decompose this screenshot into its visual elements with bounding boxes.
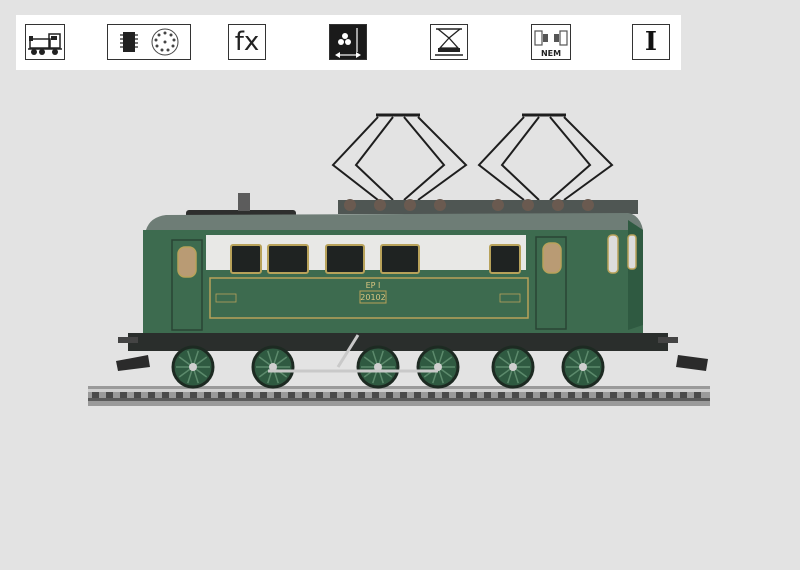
- track-tie: [260, 392, 267, 398]
- fx-label: fx: [234, 27, 260, 57]
- track-tie: [610, 392, 617, 398]
- track-tie: [190, 392, 197, 398]
- pantograph-right: [477, 113, 614, 201]
- drive-wheel: [251, 345, 295, 389]
- steam-locomotive-icon[interactable]: [25, 24, 65, 60]
- drive-wheel: [171, 345, 215, 389]
- track-tie: [204, 392, 211, 398]
- track-tie: [372, 392, 379, 398]
- coupler-right: [676, 355, 708, 371]
- locomotive-roof: [146, 213, 643, 230]
- nem-coupler-icon[interactable]: NEM: [531, 24, 571, 60]
- digital-decoder-icon[interactable]: [107, 24, 191, 60]
- track: [88, 386, 710, 406]
- track-tie: [358, 392, 365, 398]
- track-tie: [218, 392, 225, 398]
- track-tie: [344, 392, 351, 398]
- track-tie: [302, 392, 309, 398]
- track-tie: [498, 392, 505, 398]
- track-tie: [554, 392, 561, 398]
- track-tie: [638, 392, 645, 398]
- sound-functions-icon[interactable]: fx: [228, 24, 266, 60]
- track-tie: [666, 392, 673, 398]
- track-tie: [134, 392, 141, 398]
- track-tie: [400, 392, 407, 398]
- track-tie: [526, 392, 533, 398]
- track-tie: [680, 392, 687, 398]
- track-tie: [582, 392, 589, 398]
- track-tie: [120, 392, 127, 398]
- coupler-left: [116, 355, 150, 371]
- track-tie: [232, 392, 239, 398]
- track-tie: [414, 392, 421, 398]
- track-tie: [540, 392, 547, 398]
- drive-wheel: [356, 345, 400, 389]
- track-tie: [596, 392, 603, 398]
- track-tie: [92, 392, 99, 398]
- track-tie: [176, 392, 183, 398]
- class-label: EP I: [366, 281, 381, 290]
- electric-locomotive-image: EP I 20102: [88, 113, 710, 406]
- track-tie: [288, 392, 295, 398]
- track-tie: [484, 392, 491, 398]
- track-tie: [386, 392, 393, 398]
- track-tie: [428, 392, 435, 398]
- nem-label: NEM: [541, 49, 561, 58]
- epoch-icon[interactable]: I: [632, 24, 670, 60]
- track-tie: [470, 392, 477, 398]
- track-tie: [316, 392, 323, 398]
- track-tie: [456, 392, 463, 398]
- track-tie: [330, 392, 337, 398]
- track-tie: [106, 392, 113, 398]
- track-tie: [652, 392, 659, 398]
- drive-wheel: [491, 345, 535, 389]
- track-tie: [148, 392, 155, 398]
- wheels: [171, 345, 605, 389]
- track-tie: [624, 392, 631, 398]
- drive-wheel: [561, 345, 605, 389]
- track-tie: [274, 392, 281, 398]
- track-tie: [442, 392, 449, 398]
- headlight-icon[interactable]: [329, 24, 367, 60]
- track-tie: [694, 392, 701, 398]
- road-number: 20102: [360, 293, 385, 302]
- epoch-label: I: [644, 27, 658, 57]
- track-tie: [162, 392, 169, 398]
- drive-wheel: [416, 345, 460, 389]
- track-tie: [512, 392, 519, 398]
- pantograph-icon[interactable]: [430, 24, 468, 60]
- feature-icon-bar: fx NEM I: [16, 15, 681, 70]
- track-tie: [568, 392, 575, 398]
- pantograph-left: [331, 113, 468, 201]
- track-tie: [246, 392, 253, 398]
